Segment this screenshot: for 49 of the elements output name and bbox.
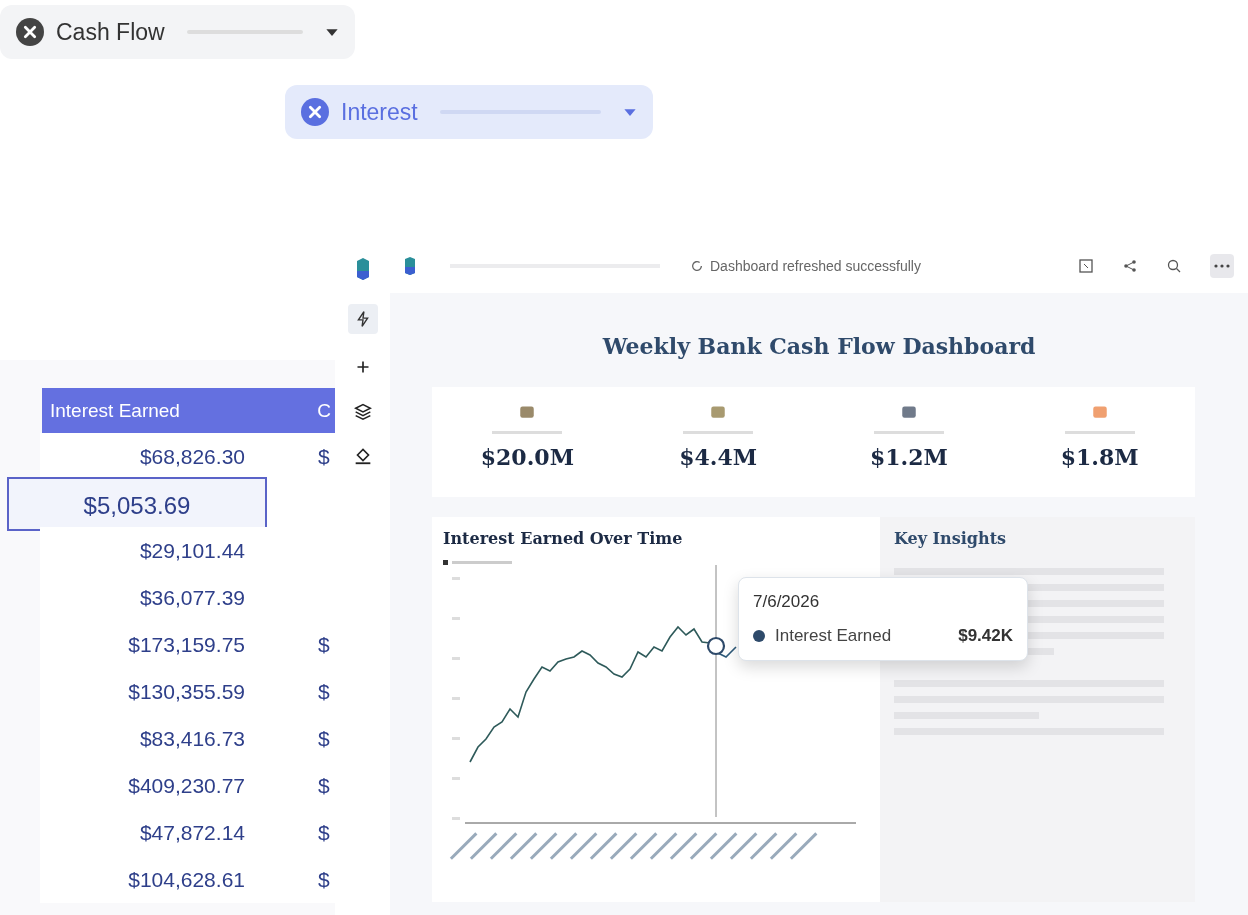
kpi-value: $1.2M bbox=[869, 444, 948, 470]
series-name: Interest Earned bbox=[775, 626, 893, 646]
table-cell: $ bbox=[318, 820, 330, 845]
hover-point bbox=[706, 636, 726, 656]
logo-icon bbox=[354, 256, 371, 282]
kpi-icon bbox=[1090, 403, 1109, 421]
table-cell: $ bbox=[318, 867, 330, 892]
legend-swatch-icon bbox=[443, 560, 448, 565]
close-icon[interactable] bbox=[16, 18, 44, 46]
table-cell[interactable]: $47,872.14 bbox=[40, 820, 245, 845]
tooltip-date: 7/6/2026 bbox=[753, 592, 820, 611]
kpi-value: $1.8M bbox=[1060, 444, 1139, 470]
table-cell[interactable]: $173,159.75 bbox=[40, 632, 245, 657]
bolt-icon[interactable] bbox=[347, 304, 378, 334]
dashboard-title: Weekly Bank Cash Flow Dashboard bbox=[601, 333, 1037, 359]
kpi-icon bbox=[709, 403, 728, 421]
refresh-icon bbox=[690, 258, 704, 273]
chart-title: Interest Earned Over Time bbox=[442, 528, 684, 548]
filter-chip[interactable]: Cash Flow bbox=[0, 5, 355, 59]
caret-icon[interactable] bbox=[325, 27, 339, 37]
expand-icon[interactable] bbox=[1078, 257, 1094, 274]
zoom-icon[interactable] bbox=[1166, 257, 1182, 274]
table-cell: $ bbox=[318, 726, 330, 751]
table-cell[interactable]: $104,628.61 bbox=[40, 867, 245, 892]
kpi-value: $20.0M bbox=[480, 444, 574, 470]
close-icon[interactable] bbox=[301, 98, 329, 126]
logo-icon bbox=[404, 255, 416, 276]
more-icon[interactable] bbox=[1210, 253, 1234, 278]
table-cell: $ bbox=[318, 444, 330, 469]
table-cell: $ bbox=[318, 632, 330, 657]
table-cell: $ bbox=[318, 773, 330, 798]
tooltip-value: $9.42K bbox=[958, 626, 1013, 646]
column-header[interactable]: Interest Earned bbox=[42, 399, 318, 422]
table-cell: $ bbox=[318, 679, 330, 704]
kpi-value: $4.4M bbox=[679, 444, 758, 470]
table-cell[interactable]: $68,826.30 bbox=[40, 444, 245, 469]
table-cell[interactable]: $409,230.77 bbox=[40, 773, 245, 798]
table-cell[interactable]: $5,053.69 bbox=[7, 476, 267, 531]
table-cell[interactable]: $130,355.59 bbox=[40, 679, 245, 704]
legend-placeholder-line bbox=[452, 561, 512, 564]
column-header[interactable]: C bbox=[317, 399, 335, 422]
share-icon[interactable] bbox=[1122, 257, 1138, 274]
insights-title: Key Insights bbox=[894, 529, 1007, 548]
kpi-icon bbox=[899, 403, 918, 421]
kpi-icon bbox=[518, 403, 537, 421]
series-dot-icon bbox=[753, 630, 765, 642]
status-message: Dashboard refreshed successfully bbox=[710, 257, 921, 274]
table-cell[interactable]: $83,416.73 bbox=[40, 726, 245, 751]
filter-chip[interactable]: Interest bbox=[285, 85, 653, 139]
